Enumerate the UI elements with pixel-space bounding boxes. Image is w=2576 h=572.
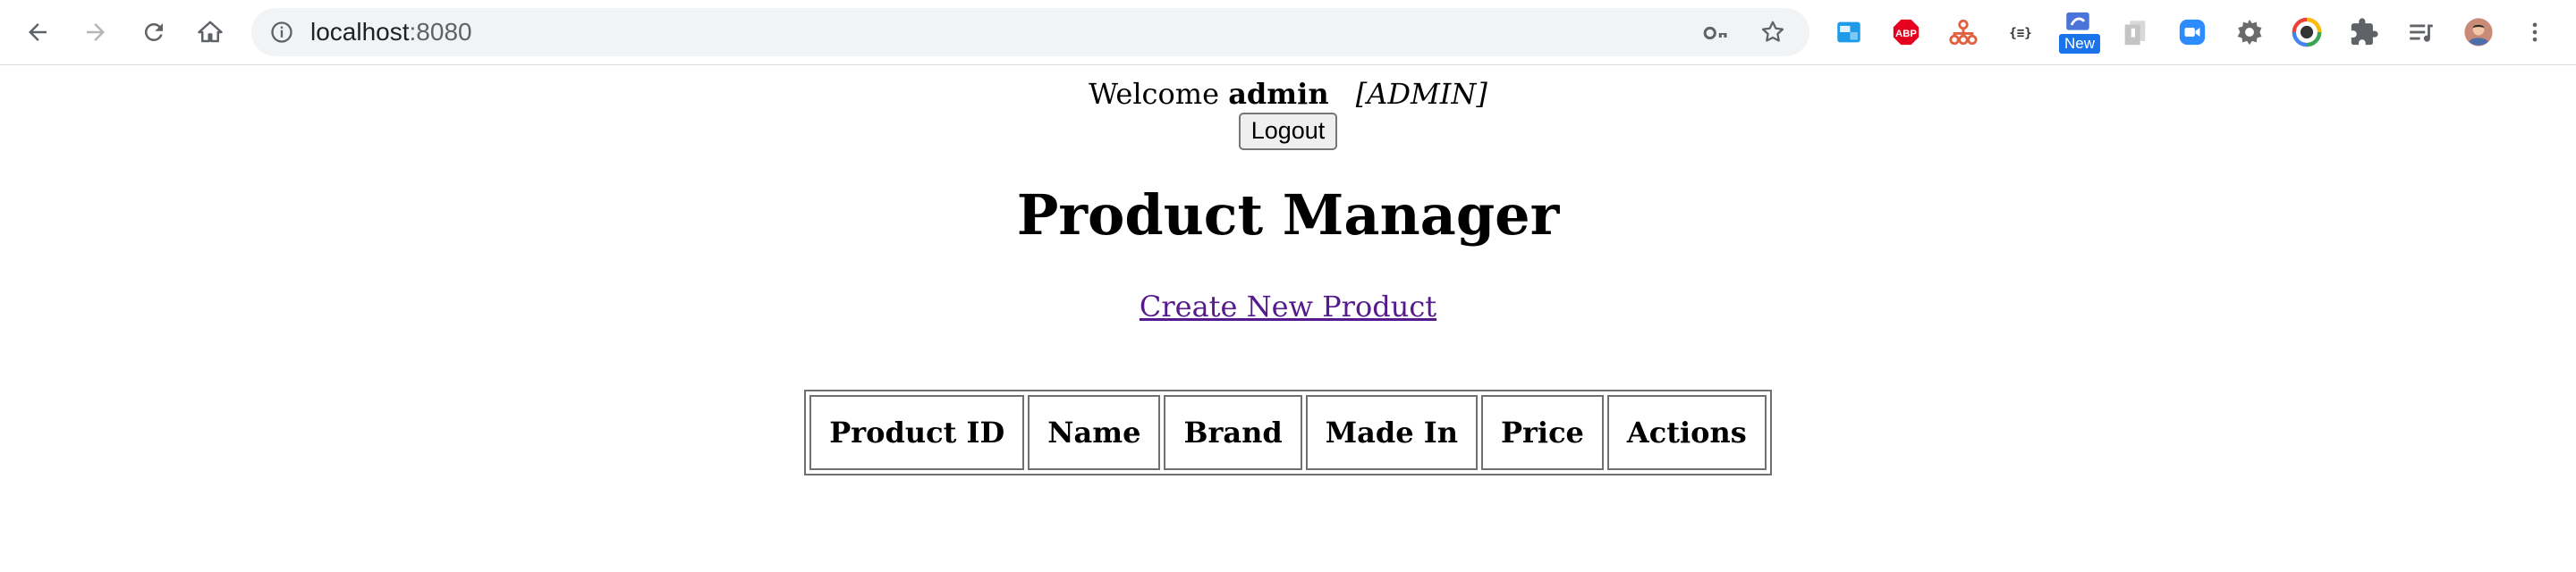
color-picker-icon[interactable] <box>2290 14 2324 50</box>
welcome-line: Welcome admin [ADMIN] <box>0 77 2576 111</box>
column-header-price: Price <box>1480 395 1604 470</box>
svg-text:ABP: ABP <box>1895 29 1917 39</box>
org-chart-icon[interactable] <box>1946 14 1980 50</box>
username: admin <box>1228 77 1329 111</box>
url-text[interactable]: localhost:8080 <box>310 19 472 46</box>
column-header-name: Name <box>1028 395 1161 470</box>
browser-toolbar: localhost:8080 ABP {≡} New <box>0 0 2576 65</box>
url-host: localhost <box>310 18 410 46</box>
document-extension-icon[interactable] <box>2118 14 2152 50</box>
products-table-wrap: Product ID Name Brand Made In Price Acti… <box>0 390 2576 475</box>
forward-button[interactable] <box>78 14 114 50</box>
json-viewer-icon[interactable]: {≡} <box>2004 14 2038 50</box>
back-button[interactable] <box>20 14 55 50</box>
menu-dots-icon[interactable] <box>2522 14 2547 50</box>
zoom-icon[interactable] <box>2175 14 2209 50</box>
table-header-row: Product ID Name Brand Made In Price Acti… <box>809 395 1767 470</box>
info-icon[interactable] <box>269 20 294 45</box>
svg-text:{≡}: {≡} <box>2009 27 2032 41</box>
page-title: Product Manager <box>1016 182 1560 248</box>
page-content: Welcome admin [ADMIN] Logout Product Man… <box>0 66 2576 572</box>
extensions-puzzle-icon[interactable] <box>2347 14 2381 50</box>
logout-button[interactable]: Logout <box>1238 113 1338 150</box>
create-product-link[interactable]: Create New Product <box>1140 290 1436 324</box>
new-badge: New <box>2059 34 2100 54</box>
reload-icon <box>144 22 163 41</box>
arrow-left-icon <box>29 23 47 41</box>
reload-button[interactable] <box>136 14 172 50</box>
home-button[interactable] <box>192 14 228 50</box>
column-header-actions: Actions <box>1606 395 1767 470</box>
star-icon[interactable] <box>1759 19 1786 46</box>
reading-list-icon[interactable] <box>2404 14 2438 50</box>
address-bar[interactable]: localhost:8080 <box>251 8 1809 56</box>
column-header-brand: Brand <box>1164 395 1302 470</box>
products-table: Product ID Name Brand Made In Price Acti… <box>804 390 1772 475</box>
arrow-right-icon <box>87 23 105 41</box>
image-extension-icon[interactable] <box>1832 14 1866 50</box>
home-icon <box>198 21 223 43</box>
welcome-prefix: Welcome <box>1089 77 1220 111</box>
profile-avatar[interactable] <box>2462 14 2496 50</box>
adblock-plus-icon[interactable]: ABP <box>1889 14 1923 50</box>
create-link-wrap: Create New Product <box>0 290 2576 324</box>
column-header-product-id: Product ID <box>809 395 1025 470</box>
url-port: :8080 <box>409 18 472 46</box>
column-header-made-in: Made In <box>1305 395 1478 470</box>
key-icon[interactable] <box>1702 20 1729 46</box>
user-role: [ADMIN] <box>1355 77 1487 111</box>
gear-extension-icon[interactable] <box>2233 14 2267 50</box>
logout-form: Logout <box>0 113 2576 150</box>
